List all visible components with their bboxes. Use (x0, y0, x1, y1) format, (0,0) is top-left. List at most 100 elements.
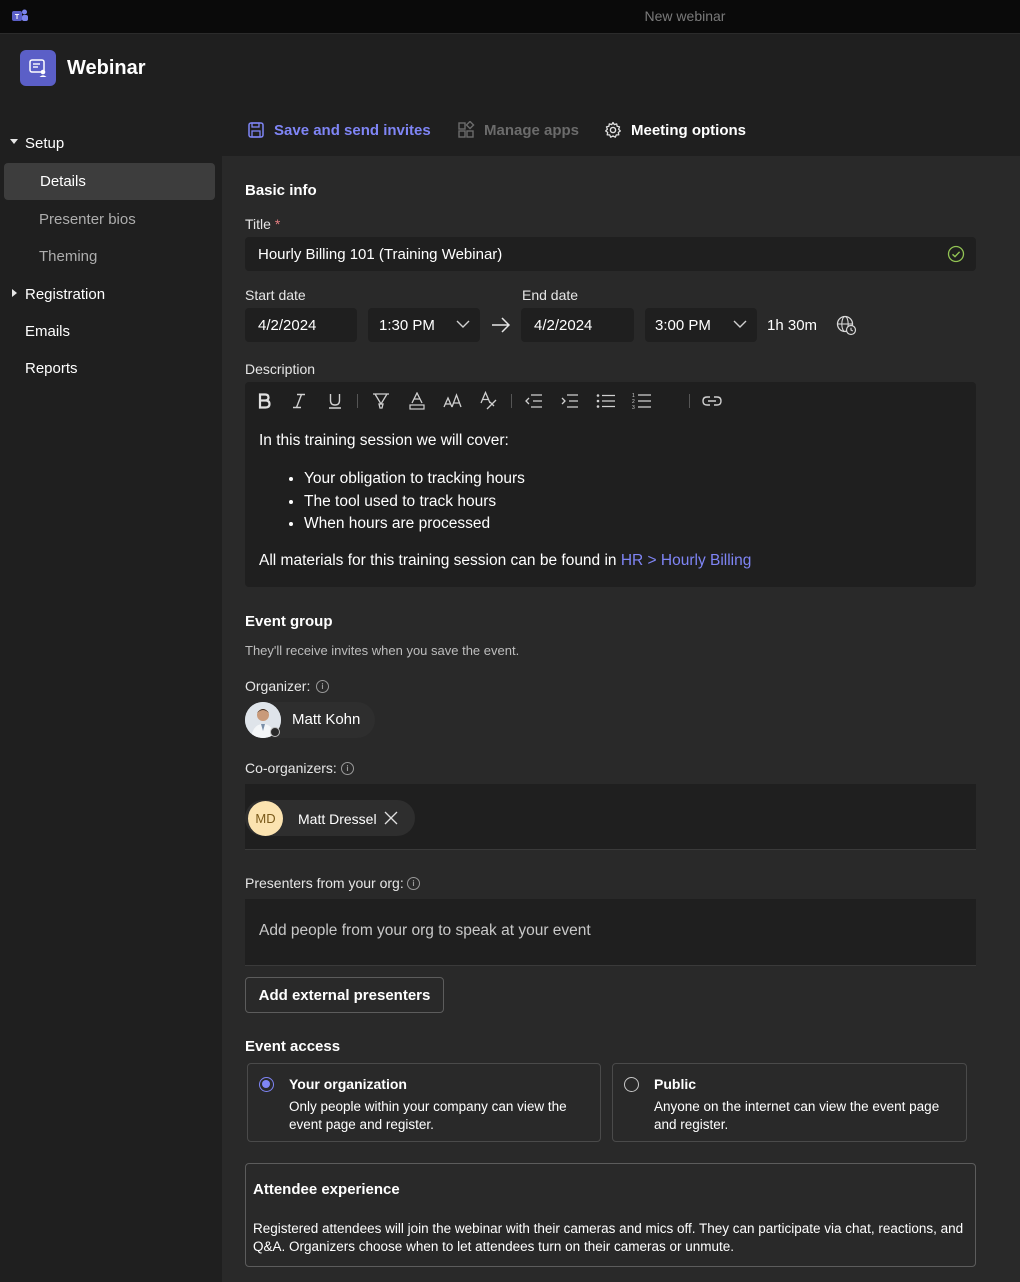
timezone-globe-icon[interactable] (836, 315, 857, 336)
sidebar-item-details[interactable]: Details (0, 164, 221, 200)
presence-offline-icon (270, 727, 280, 737)
sidebar-item-setup[interactable]: Setup (0, 126, 221, 162)
sidebar-item-theming[interactable]: Theming (0, 239, 221, 275)
highlight-icon[interactable] (370, 390, 392, 412)
coorganizer-avatar: MD (248, 801, 283, 836)
start-date-picker[interactable]: 4/2/2024 (245, 308, 357, 342)
access-option-title: Your organization (289, 1076, 407, 1092)
description-footer: All materials for this training session … (259, 550, 959, 572)
title-label: Title * (245, 216, 280, 232)
arrow-right-icon (492, 317, 511, 333)
required-mark: * (274, 216, 281, 232)
description-label: Description (245, 361, 316, 377)
decrease-indent-icon[interactable] (523, 390, 545, 412)
font-color-icon[interactable] (406, 390, 428, 412)
end-date-value: 4/2/2024 (534, 316, 593, 334)
increase-indent-icon[interactable] (559, 390, 581, 412)
manage-apps-button[interactable]: Manage apps (457, 119, 579, 141)
title-input[interactable]: Hourly Billing 101 (Training Webinar) (245, 237, 976, 271)
sidebar: Setup Details Presenter bios Theming Reg… (0, 102, 221, 1282)
valid-check-icon (947, 245, 965, 263)
remove-coorganizer-icon[interactable] (384, 811, 398, 825)
end-date-picker[interactable]: 4/2/2024 (521, 308, 634, 342)
add-external-presenters-button[interactable]: Add external presenters (245, 977, 444, 1013)
save-send-invites-label: Save and send invites (274, 121, 431, 139)
start-date-value: 4/2/2024 (258, 316, 317, 334)
toolbar-divider (357, 394, 358, 408)
webinar-logo-icon (20, 50, 56, 86)
organizer-chip[interactable]: Matt Kohn (245, 702, 375, 738)
numbered-list-icon[interactable]: 123 (631, 390, 653, 412)
end-time-dropdown[interactable]: 3:00 PM (645, 308, 757, 342)
start-time-dropdown[interactable]: 1:30 PM (368, 308, 480, 342)
duration-text: 1h 30m (767, 317, 818, 334)
chevron-down-icon (733, 320, 747, 328)
window-title: New webinar (644, 8, 726, 24)
underline-icon[interactable] (324, 390, 346, 412)
access-option-your-organization[interactable]: Your organization Only people within you… (247, 1063, 601, 1142)
description-editor[interactable]: 123 In this training session we will cov… (245, 382, 976, 587)
toolbar-divider (511, 394, 512, 408)
presenters-label: Presenters from your org: (245, 875, 404, 891)
organizer-info-icon[interactable]: i (316, 680, 329, 693)
coorganizer-chip[interactable]: MD Matt Dressel (245, 800, 415, 836)
save-send-invites-button[interactable]: Save and send invites (247, 119, 431, 141)
sidebar-item-label: Reports (25, 360, 78, 377)
meeting-options-button[interactable]: Meeting options (604, 119, 746, 141)
access-option-desc: Only people within your company can view… (289, 1099, 567, 1132)
sidebar-item-label: Registration (25, 286, 106, 303)
app-header: Webinar (0, 34, 1020, 102)
event-access-heading: Event access (245, 1038, 341, 1055)
organizer-label: Organizer: (245, 678, 311, 694)
sidebar-item-label: Details (40, 173, 86, 190)
font-size-icon[interactable] (442, 390, 464, 412)
coorganizers-info-icon[interactable]: i (341, 762, 354, 775)
coorganizers-label: Co-organizers: (245, 760, 337, 776)
link-icon[interactable] (701, 390, 723, 412)
list-item: The tool used to track hours (304, 491, 959, 514)
sidebar-item-label: Presenter bios (39, 211, 136, 228)
start-date-label: Start date (245, 287, 306, 303)
sidebar-item-reports[interactable]: Reports (0, 351, 221, 387)
italic-icon[interactable] (288, 390, 310, 412)
end-date-label: End date (522, 287, 579, 303)
sidebar-item-presenter-bios[interactable]: Presenter bios (0, 202, 221, 238)
presenters-info-icon[interactable]: i (407, 877, 420, 890)
command-toolbar: Save and send invites Manage apps Meetin… (222, 102, 1020, 156)
sidebar-item-label: Theming (39, 248, 98, 265)
attendee-experience-panel: Attendee experience Registered attendees… (245, 1163, 976, 1267)
coorganizer-name: Matt Dressel (298, 811, 377, 827)
hr-hourly-billing-link[interactable]: HR > Hourly Billing (621, 552, 752, 569)
description-bullet-list: Your obligation to tracking hours The to… (259, 468, 959, 536)
chevron-down-icon (456, 320, 470, 328)
title-input-value: Hourly Billing 101 (Training Webinar) (258, 245, 503, 263)
sidebar-item-emails[interactable]: Emails (0, 314, 221, 350)
title-label-text: Title (245, 216, 271, 232)
presenters-placeholder: Add people from your org to speak at you… (259, 922, 591, 939)
radio-unselected-icon[interactable] (624, 1077, 639, 1092)
caret-down-icon (10, 139, 18, 144)
main-content: Save and send invites Manage apps Meetin… (222, 102, 1020, 1282)
description-content: In this training session we will cover: … (259, 430, 959, 572)
app-name: Webinar (67, 57, 146, 79)
apps-icon (458, 121, 475, 138)
save-icon (248, 122, 264, 138)
access-option-public[interactable]: Public Anyone on the internet can view t… (612, 1063, 967, 1142)
clear-formatting-icon[interactable] (478, 390, 500, 412)
organizer-name: Matt Kohn (292, 711, 361, 728)
bulleted-list-icon[interactable] (595, 390, 617, 412)
access-option-desc: Anyone on the internet can view the even… (654, 1099, 940, 1132)
start-time-value: 1:30 PM (379, 316, 435, 334)
coorganizers-picker[interactable]: MD Matt Dressel (245, 784, 976, 850)
bold-icon[interactable] (253, 390, 275, 412)
sidebar-item-label: Setup (25, 135, 65, 152)
sidebar-item-registration[interactable]: Registration (0, 277, 221, 313)
attendee-experience-heading: Attendee experience (253, 1181, 400, 1198)
radio-selected-icon[interactable] (259, 1077, 274, 1092)
attendee-experience-text: Registered attendees will join the webin… (253, 1221, 964, 1254)
meeting-options-label: Meeting options (631, 121, 746, 139)
presenters-picker[interactable]: Add people from your org to speak at you… (245, 899, 976, 966)
gear-icon (605, 121, 621, 138)
manage-apps-label: Manage apps (484, 121, 580, 139)
list-item: When hours are processed (304, 513, 959, 536)
